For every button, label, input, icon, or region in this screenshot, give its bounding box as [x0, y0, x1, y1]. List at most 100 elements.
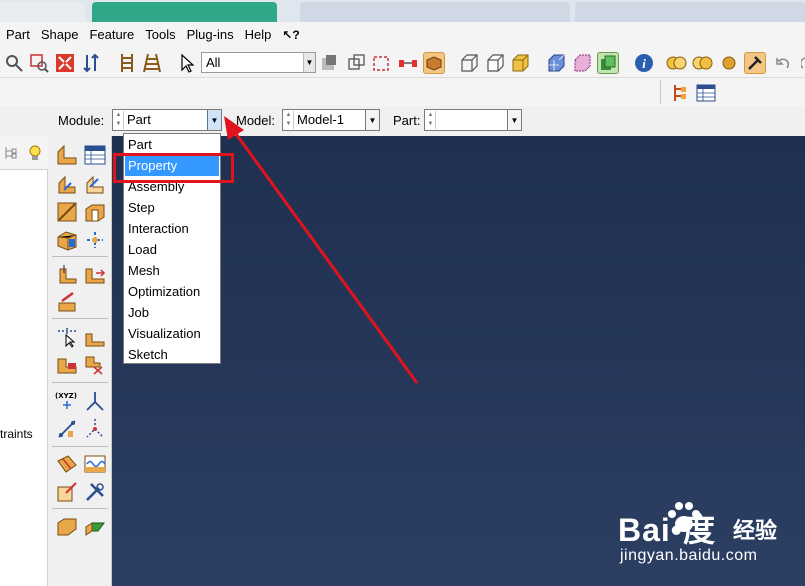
assembly-cube-icon[interactable] [597, 52, 619, 74]
main-toolbar: i [0, 48, 805, 122]
box-zoom-icon[interactable] [28, 52, 50, 74]
menu-item-shape[interactable]: Shape [41, 22, 79, 48]
watermark-logo: Bai•度 [618, 512, 717, 548]
geometry-edit-icon[interactable] [55, 514, 79, 538]
translucent-cube-icon[interactable] [571, 52, 593, 74]
watermark-cn-text: 经验 [733, 518, 778, 543]
extrude-icon[interactable] [55, 172, 79, 196]
table-icon[interactable] [695, 82, 717, 104]
spin-arrows-icon[interactable]: ▲ ▼ [284, 111, 294, 129]
chevron-down-icon[interactable]: ▼ [207, 110, 221, 130]
cut-extrude-icon[interactable] [83, 200, 107, 224]
partition-icon[interactable] [371, 52, 393, 74]
chevron-down-icon[interactable]: ▼ [303, 53, 315, 72]
cut-icon[interactable] [83, 352, 107, 376]
hammer-icon[interactable] [744, 52, 766, 74]
module-option-job[interactable]: Job [125, 303, 219, 323]
datum-point-icon[interactable] [55, 325, 79, 349]
fit-view-icon[interactable] [54, 52, 76, 74]
menu-bar: Part Shape Feature Tools Plug-ins Help ↖… [0, 22, 805, 48]
hidden-cube-icon[interactable] [484, 52, 506, 74]
revolve-icon[interactable] [83, 172, 107, 196]
part-label: Part: [393, 113, 421, 128]
model-tree-panel[interactable] [0, 136, 48, 586]
model-combo[interactable]: ▲ ▼ Model-1 ▼ [282, 109, 380, 131]
wireframe-cube-icon[interactable] [458, 52, 480, 74]
partition-cell-icon[interactable] [83, 228, 107, 252]
tab[interactable] [300, 2, 570, 22]
tree-icon[interactable] [0, 142, 22, 164]
virtual-topology-icon[interactable] [55, 480, 79, 504]
browser-tab-strip [0, 0, 805, 22]
mesh-cube-icon[interactable] [545, 52, 567, 74]
chevron-down-icon[interactable]: ▼ [365, 110, 379, 130]
module-option-sketch[interactable]: Sketch [125, 345, 219, 365]
ladder-icon[interactable] [116, 52, 138, 74]
circle-icon[interactable] [718, 52, 740, 74]
secondary-toolbar [0, 78, 805, 106]
partition-face-icon[interactable] [55, 452, 79, 476]
axis-triad-icon[interactable] [83, 389, 107, 413]
annotation-highlight-box [113, 153, 234, 183]
module-combo-value: Part [127, 112, 151, 127]
module-option-visualization[interactable]: Visualization [125, 324, 219, 344]
query-tree-icon[interactable] [668, 82, 690, 104]
shaded-cube-icon[interactable] [509, 52, 531, 74]
tab[interactable] [0, 2, 85, 22]
module-option-interaction[interactable]: Interaction [125, 219, 219, 239]
tab[interactable] [575, 2, 805, 22]
chevron-down-icon[interactable]: ▼ [507, 110, 521, 130]
module-option-optimization[interactable]: Optimization [125, 282, 219, 302]
overlap-circles-icon-2[interactable] [692, 52, 714, 74]
redo-icon[interactable] [795, 52, 805, 74]
info-icon[interactable]: i [633, 52, 655, 74]
solid-icon[interactable] [55, 228, 79, 252]
spin-arrows-icon[interactable]: ▲ ▼ [114, 111, 124, 129]
selection-filter-select[interactable]: All ▼ [201, 52, 316, 73]
select-arrow-icon[interactable] [176, 52, 198, 74]
sketch-wave-icon[interactable] [83, 452, 107, 476]
menu-item-part[interactable]: Part [6, 22, 30, 48]
zoom-icon[interactable] [3, 52, 25, 74]
part-combo[interactable]: ▲ ▼ ▼ [424, 109, 522, 131]
module-label: Module: [58, 113, 105, 128]
module-option-step[interactable]: Step [125, 198, 219, 218]
datum-icon[interactable] [397, 52, 419, 74]
round-icon[interactable] [83, 262, 107, 286]
menu-item-feature[interactable]: Feature [89, 22, 134, 48]
undo-icon[interactable] [772, 52, 794, 74]
svg-text:i: i [642, 56, 646, 71]
view-box-icon[interactable] [346, 52, 368, 74]
dropdown-icon[interactable] [318, 52, 340, 74]
chamfer-icon[interactable] [55, 262, 79, 286]
geometry-edit-alt-icon[interactable] [83, 514, 107, 538]
menu-item-plugins[interactable]: Plug-ins [187, 22, 234, 48]
create-part-icon[interactable] [55, 143, 79, 167]
whats-this-button[interactable]: ↖? [282, 22, 299, 48]
datum-csys-icon[interactable]: (XYZ) [55, 389, 79, 413]
render-icon[interactable] [423, 52, 445, 74]
model-label: Model: [236, 113, 276, 128]
overlap-circles-icon[interactable] [666, 52, 688, 74]
lightbulb-icon[interactable] [24, 142, 46, 164]
module-combo[interactable]: ▲ ▼ Part ▼ [112, 109, 222, 131]
menu-item-tools[interactable]: Tools [145, 22, 175, 48]
ladder-slant-icon[interactable] [141, 52, 163, 74]
datum-triad-dotted-icon[interactable] [83, 416, 107, 440]
sort-arrows-icon[interactable] [80, 52, 102, 74]
part-manager-icon[interactable] [83, 143, 107, 167]
module-option-part[interactable]: Part [125, 135, 219, 155]
datum-axis-icon[interactable] [55, 352, 79, 376]
module-option-load[interactable]: Load [125, 240, 219, 260]
spin-arrows-icon[interactable]: ▲ ▼ [426, 111, 436, 129]
menu-item-help[interactable]: Help [245, 22, 272, 48]
tab[interactable] [92, 2, 277, 22]
shell-icon[interactable] [55, 200, 79, 224]
module-option-mesh[interactable]: Mesh [125, 261, 219, 281]
datum-axis-2-icon[interactable] [55, 416, 79, 440]
datum-plane-icon[interactable] [83, 325, 107, 349]
repair-icon[interactable] [55, 290, 79, 314]
watermark-url: jingyan.baidu.com [620, 547, 758, 564]
tree-partial-label: traints [0, 427, 33, 441]
tools-icon[interactable] [83, 480, 107, 504]
